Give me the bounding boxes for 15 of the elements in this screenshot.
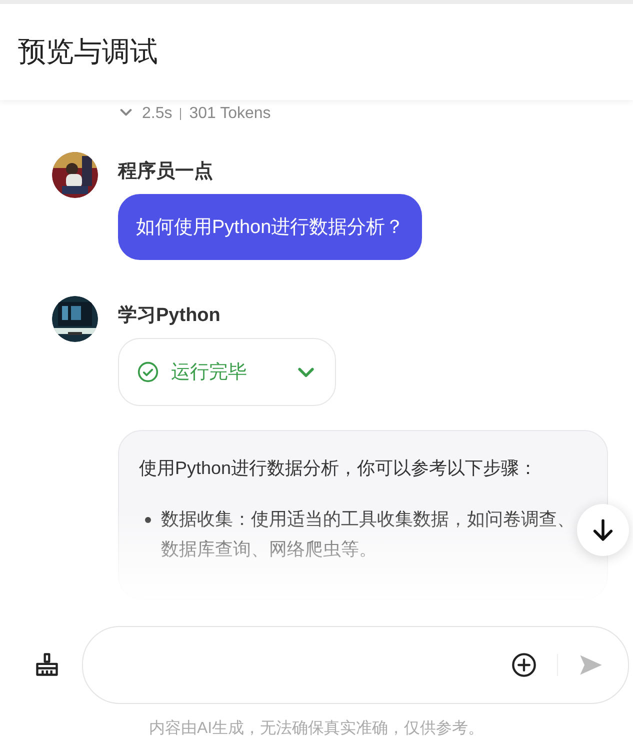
disclaimer-text: 内容由AI生成，无法确保真实准确，仅供参考。 (148, 718, 484, 738)
check-circle-icon (137, 361, 159, 383)
message-input[interactable] (82, 626, 629, 704)
broom-icon[interactable] (34, 652, 60, 678)
add-icon[interactable] (511, 652, 537, 678)
answer-text: 使用Python进行数据分析，你可以参考以下步骤： (139, 457, 538, 480)
run-status-toggle[interactable]: 运行完毕 (118, 338, 336, 406)
duration-text: 2.5s (142, 105, 172, 123)
author-name: 程序员一点 (118, 160, 214, 184)
user-message: 如何使用Python进行数据分析？ (118, 194, 422, 260)
token-count: 301 Tokens (189, 105, 271, 123)
list-item-text: 数据收集：使用适当的工具收集数据，如问卷调查、数据库查询、网络爬虫等。 (161, 508, 576, 562)
author-name: 学习Python (118, 304, 222, 328)
page-title: 预览与调试 (18, 35, 158, 69)
bullet-icon (145, 516, 151, 523)
